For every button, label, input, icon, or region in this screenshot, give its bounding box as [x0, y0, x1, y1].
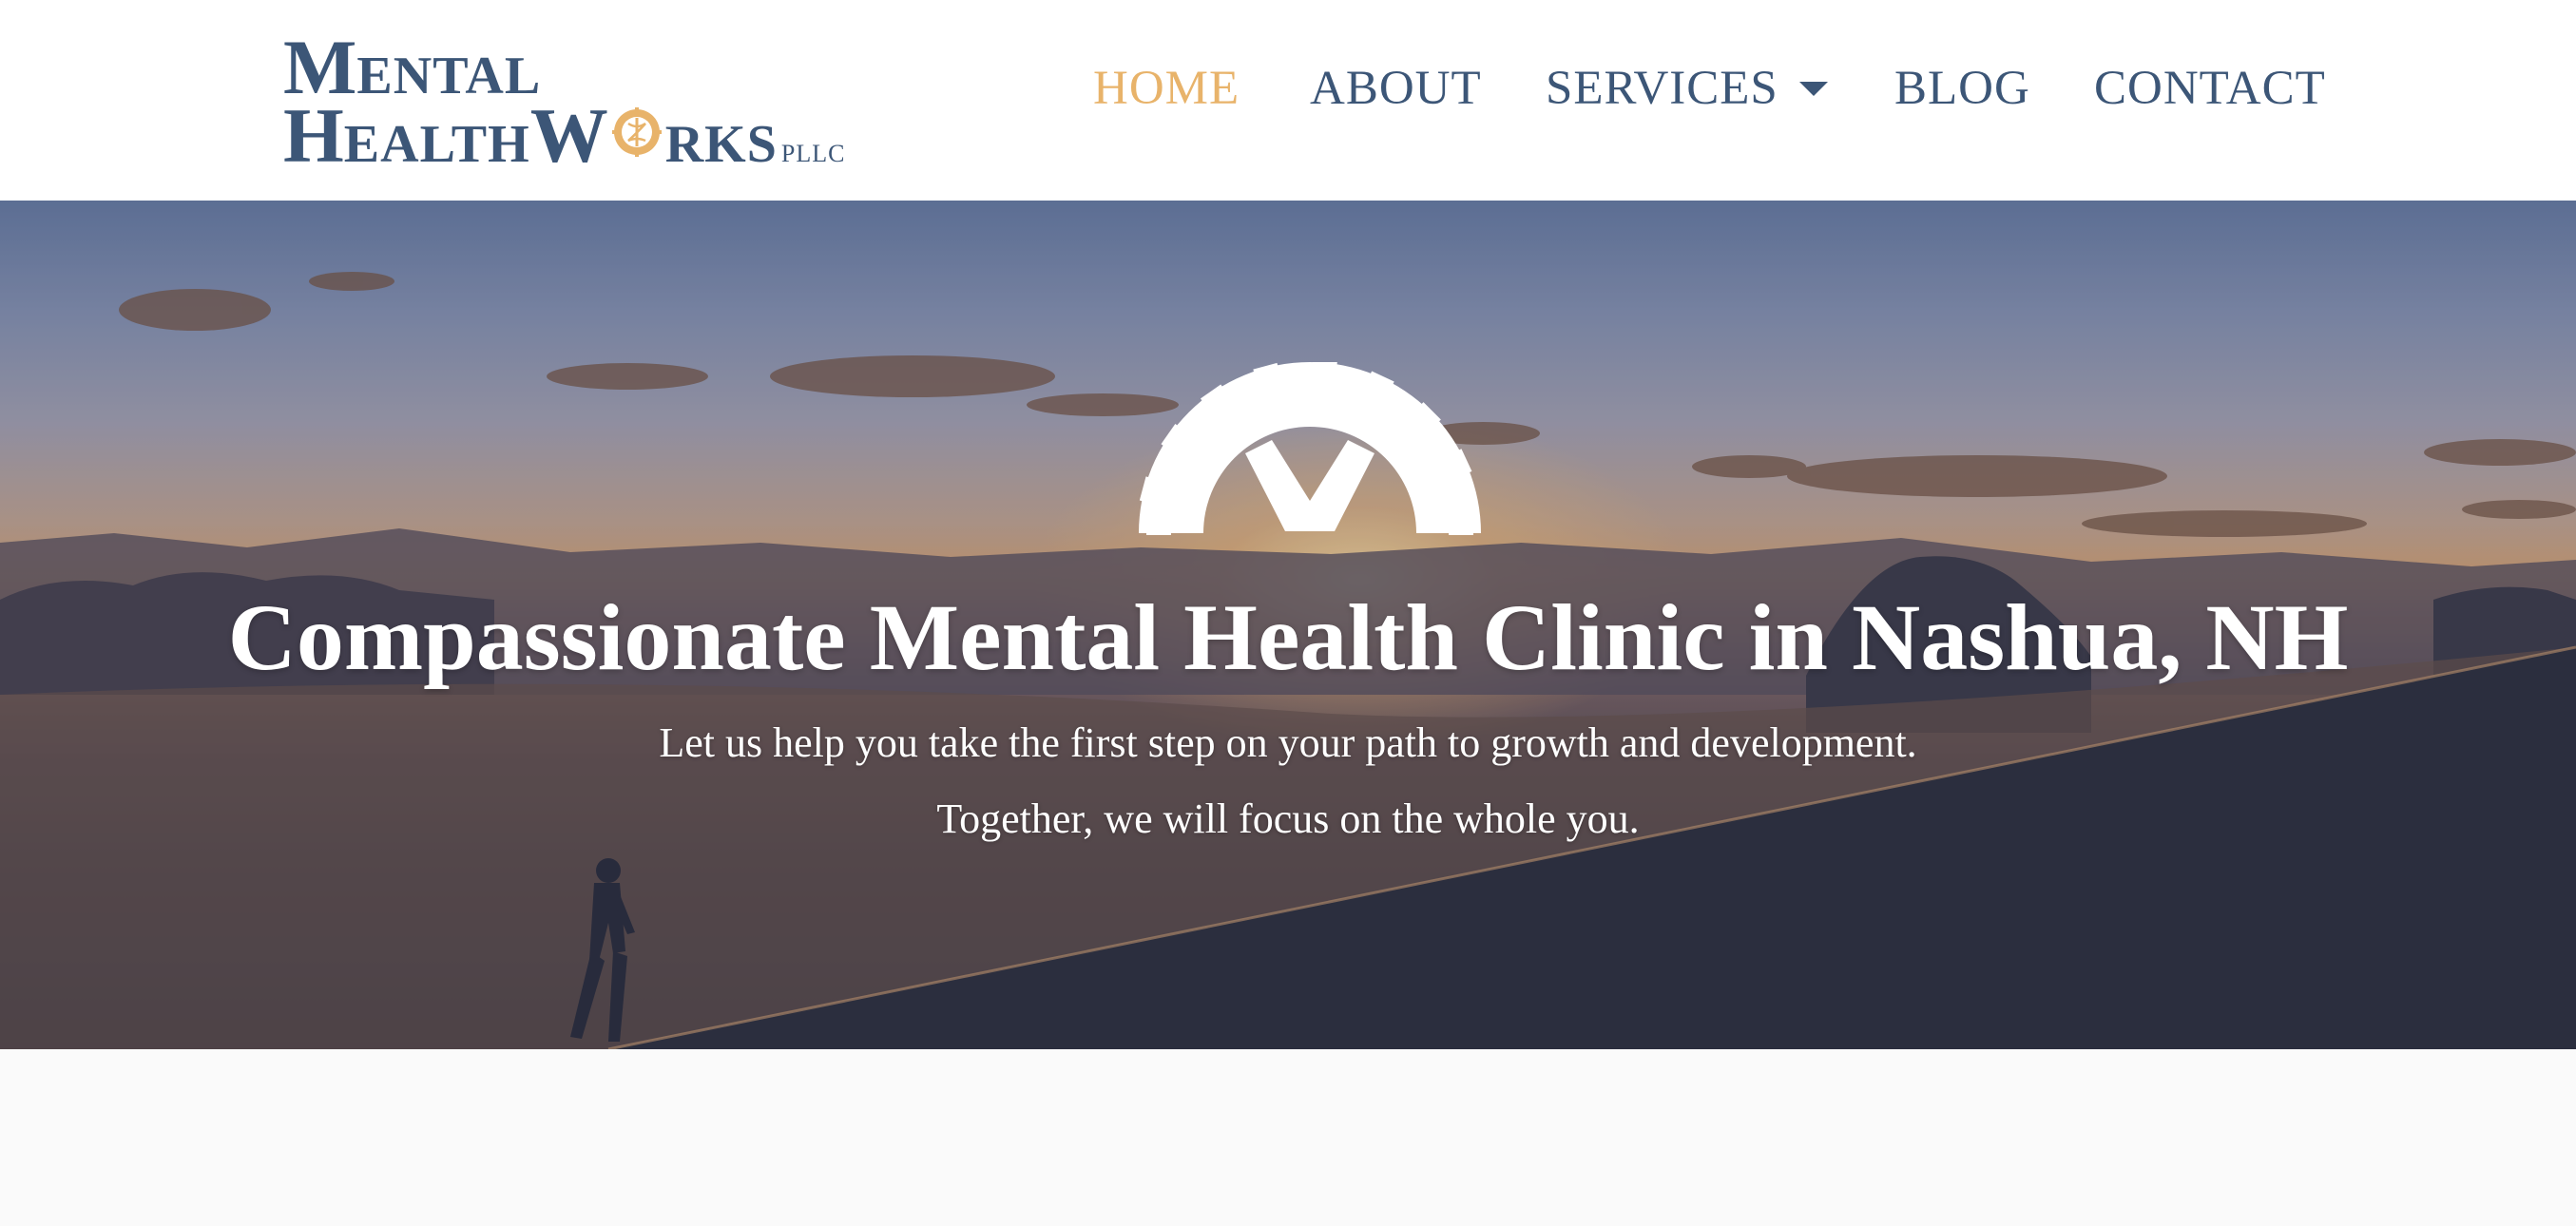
site-logo[interactable]: MENTAL HEALTHW RKS PLLC: [283, 21, 844, 175]
hero-subtitle-line1: Let us help you take the first step on y…: [659, 719, 1917, 766]
nav-services-label: SERVICES: [1546, 62, 1778, 115]
logo-initial-h: H: [283, 92, 344, 179]
nav-contact[interactable]: CONTACT: [2094, 61, 2326, 116]
logo-line-healthworks: HEALTHW RKS PLLC: [283, 97, 845, 175]
nav-about[interactable]: ABOUT: [1310, 61, 1482, 116]
nav-blog[interactable]: BLOG: [1894, 61, 2030, 116]
hero-subtitle-line2: Together, we will focus on the whole you…: [936, 795, 1640, 842]
content-area: [0, 1049, 2576, 1226]
logo-word-rks: RKS: [664, 115, 778, 174]
nav-home[interactable]: HOME: [1093, 61, 1240, 116]
site-header: MENTAL HEALTHW RKS PLLC HOME ABOUT SERVI…: [0, 0, 2576, 201]
caret-down-icon[interactable]: [1798, 81, 1828, 96]
logo-initial-w: W: [529, 92, 608, 179]
hero-banner: Compassionate Mental Health Clinic in Na…: [0, 201, 2576, 1049]
nav-services[interactable]: SERVICES: [1546, 61, 1828, 116]
gear-caduceus-icon: [609, 106, 664, 162]
logo-suffix-pllc: PLLC: [780, 140, 846, 167]
logo-word-ealth: EALTH: [343, 115, 530, 174]
gear-icon: [1139, 362, 1481, 535]
hero-title: Compassionate Mental Health Clinic in Na…: [227, 584, 2349, 690]
